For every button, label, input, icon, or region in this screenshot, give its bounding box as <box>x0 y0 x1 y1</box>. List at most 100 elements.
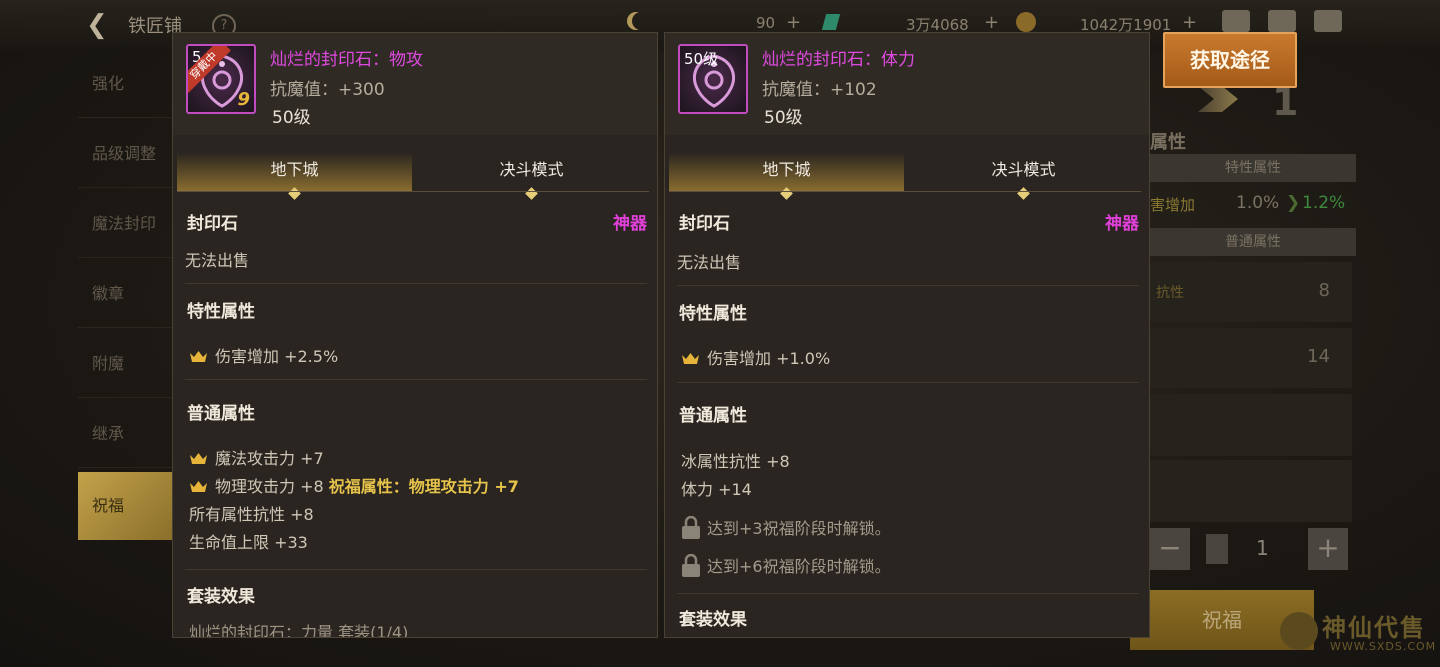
get-source-button[interactable]: 获取途径 <box>1163 32 1297 88</box>
menu-item-inherit[interactable]: 继承 <box>78 400 174 468</box>
attr-row-2-value: 14 <box>1307 346 1330 367</box>
item-grade: 神器 <box>613 214 647 234</box>
crown-icon <box>190 351 207 362</box>
attr-row-3 <box>1150 394 1352 456</box>
stat-line-2: 物理攻击力 +8 祝福属性：物理攻击力 +7 <box>189 473 519 497</box>
tab-duel[interactable]: 决斗模式 <box>414 154 649 200</box>
watermark-text: 神仙代售 <box>1322 614 1426 642</box>
item-name: 灿烂的封印石：体力 <box>762 50 915 70</box>
increase-button[interactable]: + <box>1308 528 1348 570</box>
menu-item-enchant[interactable]: 附魔 <box>78 330 174 398</box>
damage-to: 1.2% <box>1302 193 1346 213</box>
resource-fatigue: 90 <box>756 14 776 32</box>
divider <box>185 379 647 380</box>
tab-dungeon-diamond-icon <box>779 187 793 200</box>
tab-duel-label: 决斗模式 <box>499 160 564 179</box>
lock-icon <box>682 554 700 577</box>
item-level: 50级 <box>764 108 803 128</box>
common-title: 普通属性 <box>679 406 747 426</box>
feature-attr-bar: 特性属性 <box>1150 154 1356 182</box>
lock-line-2-text: 达到+6祝福阶段时解锁。 <box>707 557 891 576</box>
common-attr-bar: 普通属性 <box>1150 228 1356 256</box>
stat-line-3: 所有属性抗性 +8 <box>189 505 314 524</box>
seal-stone-icon: 50级 <box>678 44 748 114</box>
shop-icon[interactable] <box>1222 10 1250 32</box>
add-coins-icon[interactable]: + <box>1182 12 1197 33</box>
tab-duel-label: 决斗模式 <box>991 160 1056 179</box>
menu-item-seal[interactable]: 魔法封印 <box>78 190 174 258</box>
divider <box>185 569 647 570</box>
tab-dungeon[interactable]: 地下城 <box>669 154 904 200</box>
attr-title: 属性 <box>1150 132 1186 153</box>
mode-tabs: 地下城 决斗模式 <box>669 154 1141 200</box>
material-icon <box>1206 534 1228 564</box>
attr-row-1: 抗性 8 <box>1150 262 1352 322</box>
damage-label: 害增加 <box>1150 196 1196 214</box>
feature-title: 特性属性 <box>679 304 747 324</box>
chat-icon[interactable] <box>1314 10 1342 32</box>
damage-from: 1.0% <box>1236 193 1280 213</box>
enhance-level: 9 <box>237 89 250 110</box>
stat-line-1: 魔法攻击力 +7 <box>189 445 324 469</box>
watermark-url: WWW.SXDS.COM <box>1330 640 1437 653</box>
watermark-logo: 神仙代售 WWW.SXDS.COM <box>1278 606 1438 658</box>
arrow-small-icon: ❯ <box>1286 193 1301 213</box>
stat-line-2-text: 物理攻击力 +8 <box>215 477 324 496</box>
mode-tabs: 地下城 决斗模式 <box>177 154 649 200</box>
set-title: 套装效果 <box>187 587 255 607</box>
level-tag: 50级 <box>684 50 719 68</box>
mascot-icon <box>1280 612 1318 650</box>
item-level: 50级 <box>272 108 311 128</box>
tab-duel-diamond-icon <box>1016 187 1030 200</box>
tab-dungeon-label: 地下城 <box>762 160 811 179</box>
stat-line-2: 体力 +14 <box>681 480 752 499</box>
lock-icon <box>682 516 700 539</box>
crown-icon <box>190 453 207 464</box>
menu-item-enhance[interactable]: 强化 <box>78 50 174 118</box>
add-fatigue-icon[interactable]: + <box>786 12 801 33</box>
add-gold-icon[interactable]: + <box>984 12 999 33</box>
feature-stat-text: 伤害增加 +2.5% <box>215 347 339 366</box>
tab-divider <box>669 191 1141 192</box>
tab-duel[interactable]: 决斗模式 <box>906 154 1141 200</box>
stat-line-1: 冰属性抗性 +8 <box>681 452 790 471</box>
magic-resist: 抗魔值：+102 <box>762 80 877 100</box>
magic-resist: 抗魔值：+300 <box>270 80 385 100</box>
seal-stone-icon: 5 穿戴中 9 <box>186 44 256 114</box>
attr-row-1-label: 抗性 <box>1156 285 1184 301</box>
divider <box>677 285 1139 286</box>
stat-line-4: 生命值上限 +33 <box>189 533 308 552</box>
lock-line-1: 达到+3祝福阶段时解锁。 <box>681 515 891 540</box>
menu-item-bless[interactable]: 祝福 <box>78 472 174 540</box>
attr-row-1-value: 8 <box>1318 280 1330 301</box>
divider <box>185 283 647 284</box>
set-title: 套装效果 <box>679 610 747 630</box>
lock-line-2: 达到+6祝福阶段时解锁。 <box>681 553 891 578</box>
moon-icon <box>632 12 650 30</box>
stat-line-1-text: 魔法攻击力 +7 <box>215 449 324 468</box>
feature-stat-text: 伤害增加 +1.0% <box>707 349 831 368</box>
back-arrow-icon[interactable]: ❮ <box>86 10 116 40</box>
menu-item-grade[interactable]: 品级调整 <box>78 120 174 188</box>
feature-stat: 伤害增加 +2.5% <box>189 343 338 367</box>
crown-icon <box>682 353 699 364</box>
tab-duel-diamond-icon <box>524 187 538 200</box>
bless-attr-text: 祝福属性：物理攻击力 +7 <box>328 477 519 496</box>
attr-row-4 <box>1150 460 1352 522</box>
feature-stat: 伤害增加 +1.0% <box>681 345 830 369</box>
crown-icon <box>190 481 207 492</box>
divider <box>677 593 1139 594</box>
tab-dungeon-diamond-icon <box>287 187 301 200</box>
coin-icon <box>1016 12 1036 32</box>
quantity-value[interactable]: 1 <box>1256 536 1269 560</box>
lock-line-1-text: 达到+3祝福阶段时解锁。 <box>707 519 891 538</box>
tab-dungeon[interactable]: 地下城 <box>177 154 412 200</box>
feature-title: 特性属性 <box>187 302 255 322</box>
equipped-item-tooltip: 5 穿戴中 9 灿烂的封印石：物攻 抗魔值：+300 50级 地下城 决斗模式 … <box>172 32 658 638</box>
item-grade: 神器 <box>1105 214 1139 234</box>
menu-item-badge[interactable]: 徽章 <box>78 260 174 328</box>
item-type: 封印石 <box>679 214 730 234</box>
decrease-button[interactable]: − <box>1150 528 1190 570</box>
mail-icon[interactable] <box>1268 10 1296 32</box>
tab-dungeon-label: 地下城 <box>270 160 319 179</box>
